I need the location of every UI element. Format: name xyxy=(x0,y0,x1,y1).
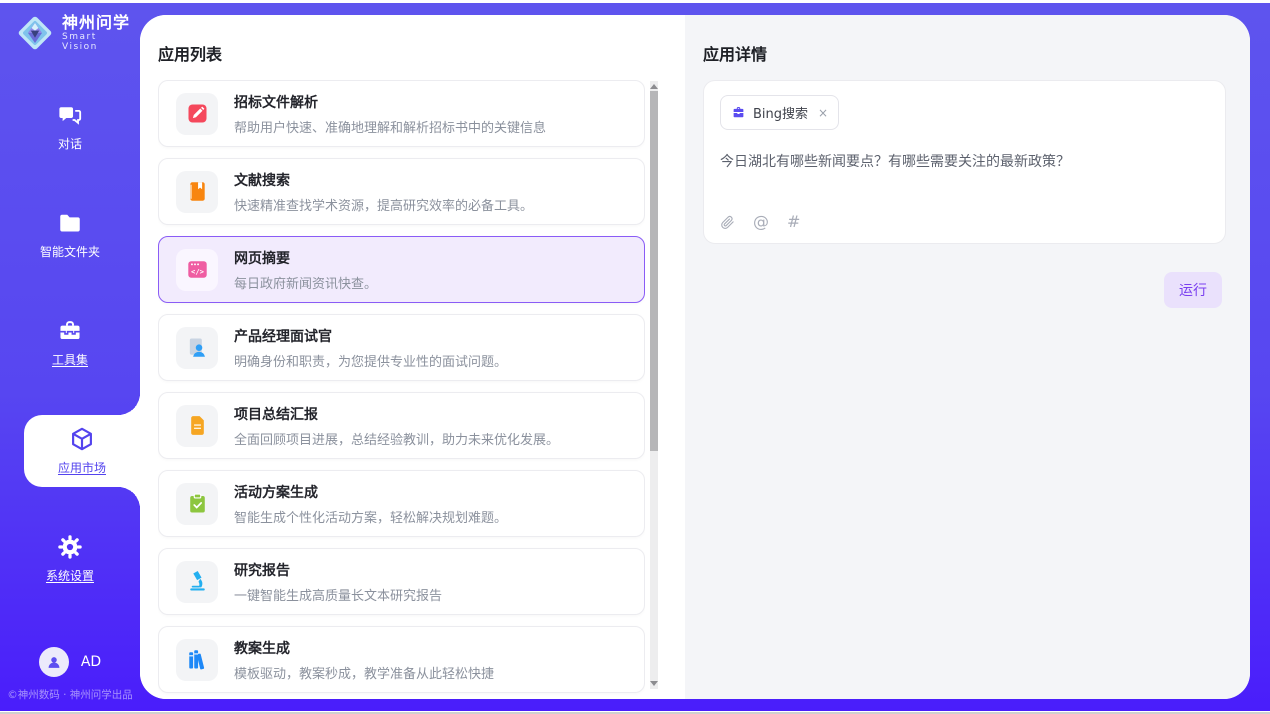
app-name: 网页摘要 xyxy=(234,248,377,268)
app-list: 招标文件解析 帮助用户快速、准确地理解和解析招标书中的关键信息 文献搜索 快速精… xyxy=(158,80,645,699)
folder-icon xyxy=(57,210,83,236)
app-description: 一键智能生成高质量长文本研究报告 xyxy=(234,585,442,604)
app-card[interactable]: </> 网页摘要 每日政府新闻资讯快查。 xyxy=(158,236,645,303)
toolbox-icon xyxy=(57,318,83,344)
app-card[interactable]: 产品经理面试官 明确身份和职责，为您提供专业性的面试问题。 xyxy=(158,314,645,381)
sidebar-item-settings[interactable]: 系统设置 xyxy=(0,523,140,595)
microscope-icon xyxy=(186,570,209,593)
app-icon-box xyxy=(176,561,218,603)
main-panel: 应用列表 招标文件解析 帮助用户快速、准确地理解和解析招标书中的关键信息 xyxy=(140,15,1250,699)
app-icon-box xyxy=(176,93,218,135)
app-icon-box xyxy=(176,171,218,213)
app-name: 项目总结汇报 xyxy=(234,404,559,424)
diamond-logo-icon xyxy=(16,14,54,52)
scroll-down-icon[interactable] xyxy=(650,681,658,686)
query-input[interactable]: 今日湖北有哪些新闻要点？有哪些需要关注的最新政策？ xyxy=(720,152,1209,173)
sidebar: 神州问学 Smart Vision 对话 智能文件夹 工具集 应用市场 xyxy=(0,3,140,711)
app-icon-box xyxy=(176,405,218,447)
user-initials: AD xyxy=(81,654,101,670)
app-name: 招标文件解析 xyxy=(234,92,546,112)
app-name: 文献搜索 xyxy=(234,170,533,190)
app-name: 活动方案生成 xyxy=(234,482,507,502)
brand-logo: 神州问学 Smart Vision xyxy=(0,3,140,52)
app-icon-box: </> xyxy=(176,249,218,291)
user-icon xyxy=(45,653,63,671)
app-card[interactable]: 研究报告 一键智能生成高质量长文本研究报告 xyxy=(158,548,645,615)
app-name: 产品经理面试官 xyxy=(234,326,507,346)
app-card[interactable]: 项目总结汇报 全面回顾项目进展，总结经验教训，助力未来优化发展。 xyxy=(158,392,645,459)
sidebar-item-chat[interactable]: 对话 xyxy=(0,91,140,163)
user-account[interactable]: AD xyxy=(0,647,140,677)
paperclip-icon[interactable] xyxy=(720,215,735,230)
prompt-input-card[interactable]: Bing搜索 × 今日湖北有哪些新闻要点？有哪些需要关注的最新政策？ @ # xyxy=(703,80,1226,244)
cube-icon xyxy=(69,426,95,452)
avatar xyxy=(39,647,69,677)
book-icon xyxy=(186,180,209,203)
scroll-up-icon[interactable] xyxy=(650,84,658,89)
mention-icon[interactable]: @ xyxy=(753,214,769,230)
input-toolbar: @ # xyxy=(720,214,800,230)
briefcase-icon xyxy=(731,105,746,120)
app-card[interactable]: 教案生成 模板驱动，教案秒成，教学准备从此轻松快捷 xyxy=(158,626,645,693)
sidebar-item-folders[interactable]: 智能文件夹 xyxy=(0,199,140,271)
tool-chip-label: Bing搜索 xyxy=(753,103,808,122)
app-description: 每日政府新闻资讯快查。 xyxy=(234,273,377,292)
app-list-panel: 应用列表 招标文件解析 帮助用户快速、准确地理解和解析招标书中的关键信息 xyxy=(140,15,685,699)
app-description: 快速精准查找学术资源，提高研究效率的必备工具。 xyxy=(234,195,533,214)
app-card[interactable]: 招标文件解析 帮助用户快速、准确地理解和解析招标书中的关键信息 xyxy=(158,80,645,147)
run-button[interactable]: 运行 xyxy=(1164,272,1222,308)
scrollbar-thumb[interactable] xyxy=(650,91,658,451)
gear-icon xyxy=(57,534,83,560)
summary-doc-icon xyxy=(186,414,209,437)
brand-subtitle: Smart Vision xyxy=(62,32,134,52)
app-description: 明确身份和职责，为您提供专业性的面试问题。 xyxy=(234,351,507,370)
app-description: 帮助用户快速、准确地理解和解析招标书中的关键信息 xyxy=(234,117,546,136)
sidebar-nav: 对话 智能文件夹 工具集 应用市场 系统设置 xyxy=(0,91,140,595)
app-description: 全面回顾项目进展，总结经验教训，助力未来优化发展。 xyxy=(234,429,559,448)
app-list-title: 应用列表 xyxy=(158,41,222,65)
svg-text:</>: </> xyxy=(191,267,205,276)
app-icon-box xyxy=(176,327,218,369)
app-card[interactable]: 活动方案生成 智能生成个性化活动方案，轻松解决规划难题。 xyxy=(158,470,645,537)
app-name: 研究报告 xyxy=(234,560,442,580)
app-description: 智能生成个性化活动方案，轻松解决规划难题。 xyxy=(234,507,507,526)
copyright-footer: ©神州数码 · 神州问学出品 xyxy=(0,687,140,702)
close-icon[interactable]: × xyxy=(818,106,828,120)
interviewer-icon xyxy=(186,336,209,359)
list-scrollbar[interactable] xyxy=(650,81,658,689)
chat-icon xyxy=(57,102,83,128)
tool-chip-bing-search[interactable]: Bing搜索 × xyxy=(720,95,839,130)
app-description: 模板驱动，教案秒成，教学准备从此轻松快捷 xyxy=(234,663,494,682)
books-icon xyxy=(186,648,209,671)
sidebar-item-tools[interactable]: 工具集 xyxy=(0,307,140,379)
app-background: 神州问学 Smart Vision 对话 智能文件夹 工具集 应用市场 xyxy=(0,3,1270,711)
sidebar-item-market[interactable]: 应用市场 xyxy=(24,415,140,487)
app-name: 教案生成 xyxy=(234,638,494,658)
brand-name: 神州问学 xyxy=(62,14,134,32)
web-window-icon: </> xyxy=(186,258,209,281)
hash-icon[interactable]: # xyxy=(787,214,800,230)
clipboard-check-icon xyxy=(186,492,209,515)
app-detail-title: 应用详情 xyxy=(703,41,767,65)
app-detail-panel: 应用详情 Bing搜索 × 今日湖北有哪些新闻要点？有哪些需要关注的最新政策？ … xyxy=(685,15,1250,699)
app-card[interactable]: 文献搜索 快速精准查找学术资源，提高研究效率的必备工具。 xyxy=(158,158,645,225)
app-icon-box xyxy=(176,639,218,681)
app-icon-box xyxy=(176,483,218,525)
pen-square-icon xyxy=(186,102,209,125)
